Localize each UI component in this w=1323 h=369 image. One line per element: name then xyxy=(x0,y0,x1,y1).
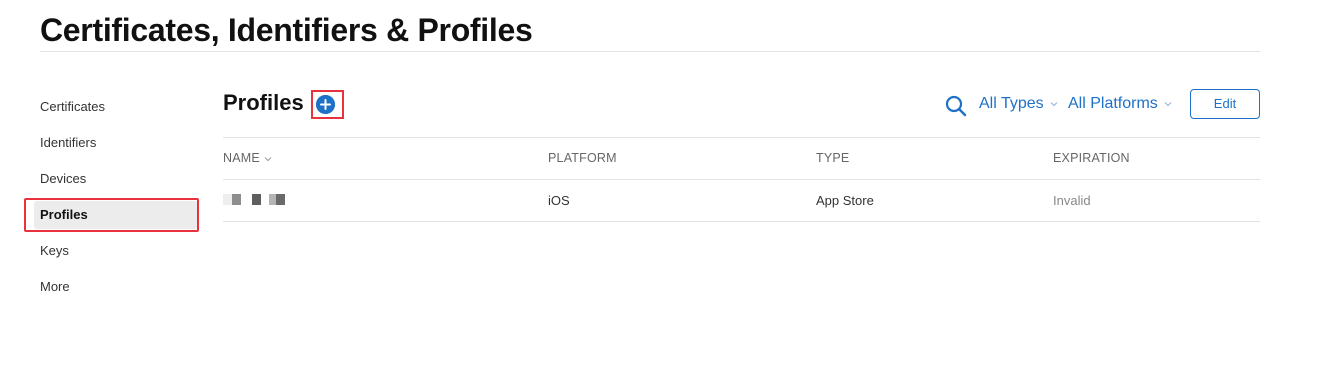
chevron-down-icon xyxy=(1164,101,1172,107)
sidebar-item-label: Devices xyxy=(40,171,87,186)
sidebar-item-label: Certificates xyxy=(40,99,106,114)
table-row[interactable]: iOS App Store Invalid xyxy=(223,180,1260,221)
sidebar: Certificates Identifiers Devices Profile… xyxy=(24,89,202,305)
redacted-profile-name xyxy=(223,188,285,205)
platform-filter-label: All Platforms xyxy=(1068,95,1158,112)
sidebar-item-more[interactable]: More xyxy=(24,269,202,305)
sort-chevron-icon xyxy=(264,156,272,161)
sidebar-item-label: Keys xyxy=(40,243,69,258)
profile-expiration: Invalid xyxy=(1053,193,1091,208)
platform-filter-dropdown[interactable]: All Platforms xyxy=(1068,95,1173,113)
column-header-platform: PLATFORM xyxy=(548,151,617,165)
column-header-expiration: EXPIRATION xyxy=(1053,151,1130,165)
section-title: Profiles xyxy=(223,90,304,115)
page-title: Certificates, Identifiers & Profiles xyxy=(40,12,533,48)
type-filter-dropdown[interactable]: All Types xyxy=(979,95,1059,113)
column-header-type: TYPE xyxy=(816,151,850,165)
column-header-name[interactable]: NAME xyxy=(223,138,272,179)
table-header: NAME PLATFORM TYPE EXPIRATION xyxy=(223,138,1260,179)
sidebar-item-label: Profiles xyxy=(40,207,88,222)
sidebar-item-certificates[interactable]: Certificates xyxy=(24,89,202,125)
profile-platform: iOS xyxy=(548,193,570,208)
profiles-table: NAME PLATFORM TYPE EXPIRATION iOS App St… xyxy=(223,137,1260,222)
search-icon[interactable] xyxy=(945,95,967,117)
table-divider xyxy=(223,221,1260,222)
sidebar-item-keys[interactable]: Keys xyxy=(24,233,202,269)
sidebar-item-devices[interactable]: Devices xyxy=(24,161,202,197)
sidebar-item-label: More xyxy=(40,279,70,294)
edit-button[interactable]: Edit xyxy=(1190,89,1260,119)
sidebar-item-identifiers[interactable]: Identifiers xyxy=(24,125,202,161)
column-header-label: NAME xyxy=(223,151,260,165)
profile-type: App Store xyxy=(816,193,874,208)
sidebar-item-label: Identifiers xyxy=(40,135,97,150)
title-divider xyxy=(40,51,1260,52)
add-button-highlight-box xyxy=(311,90,344,119)
chevron-down-icon xyxy=(1050,101,1058,107)
type-filter-label: All Types xyxy=(979,95,1044,112)
